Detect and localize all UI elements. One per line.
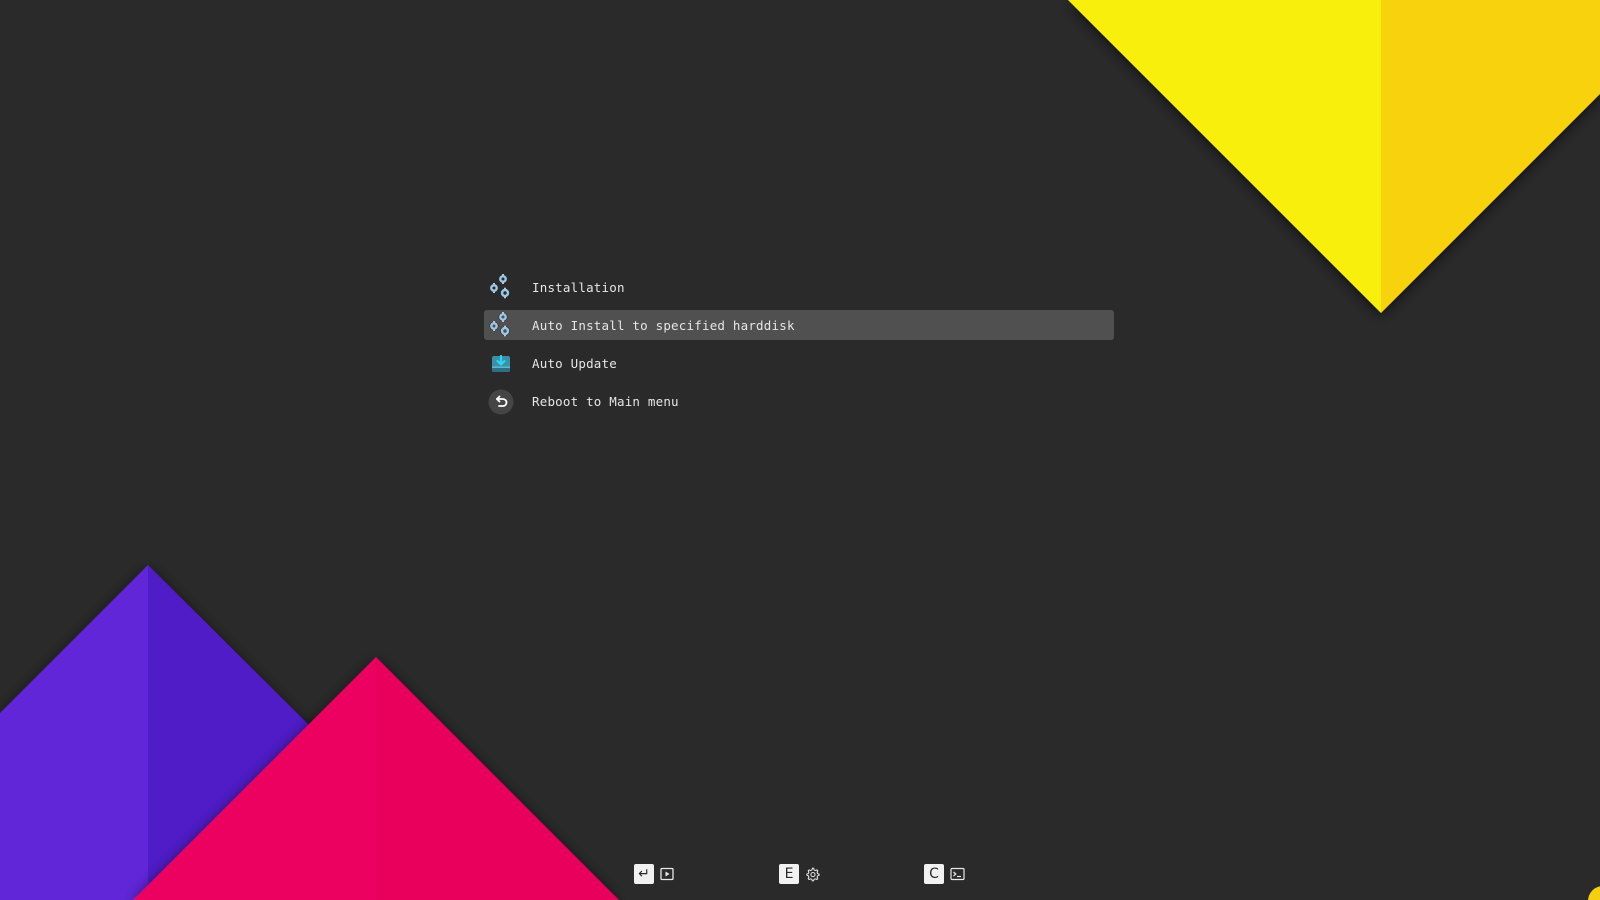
menu-item-reboot[interactable]: Reboot to Main menu xyxy=(484,387,1114,417)
boot-hint[interactable]: ↵ xyxy=(634,864,675,884)
menu-item-installation[interactable]: Installation xyxy=(484,272,1114,302)
boot-menu: Installation Auto Install to specified h… xyxy=(484,272,1114,425)
terminal-icon xyxy=(949,866,965,882)
boot-icon xyxy=(659,866,675,882)
menu-item-label: Auto Install to specified harddisk xyxy=(532,317,795,333)
key-hints-bar: ↵ E C xyxy=(0,864,1600,888)
e-key: E xyxy=(779,864,799,884)
gears-icon xyxy=(486,310,516,340)
menu-item-label: Reboot to Main menu xyxy=(532,394,679,410)
yellow-diamond xyxy=(1068,0,1600,313)
menu-item-label: Installation xyxy=(532,279,625,295)
menu-item-auto-install[interactable]: Auto Install to specified harddisk xyxy=(484,310,1114,341)
download-drive-icon xyxy=(486,349,516,379)
menu-item-label: Auto Update xyxy=(532,356,617,372)
menu-item-auto-update[interactable]: Auto Update xyxy=(484,349,1114,379)
gear-icon xyxy=(804,866,820,882)
enter-key: ↵ xyxy=(634,864,654,884)
console-hint[interactable]: C xyxy=(924,864,965,884)
gears-icon xyxy=(486,272,516,302)
background-art xyxy=(0,0,1600,900)
c-key: C xyxy=(924,864,944,884)
edit-hint[interactable]: E xyxy=(779,864,820,884)
return-icon xyxy=(486,387,516,417)
